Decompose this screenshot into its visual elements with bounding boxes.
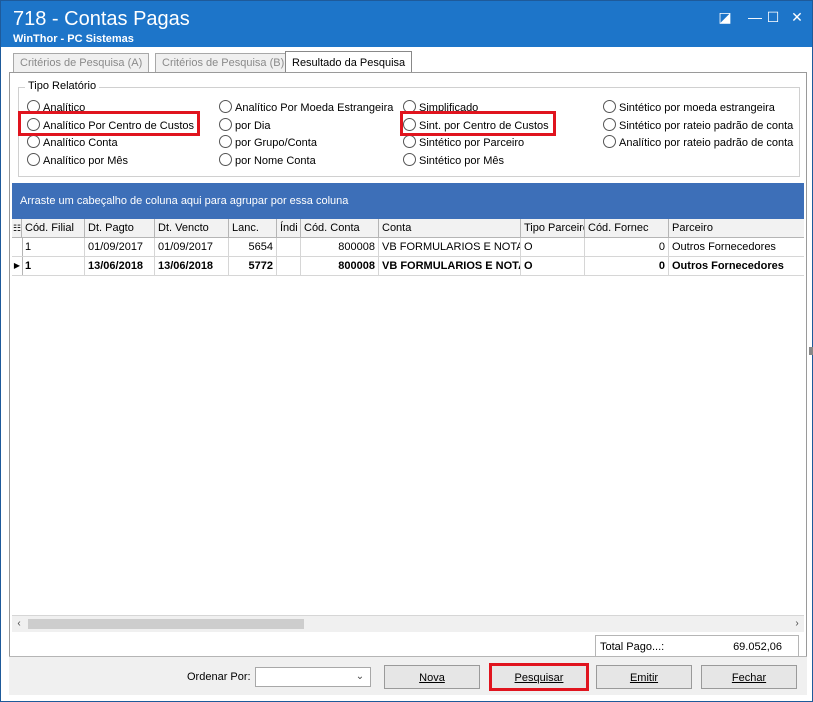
group-by-panel[interactable]: Arraste um cabeçalho de coluna aqui para… bbox=[12, 183, 804, 219]
total-pago-label: Total Pago...: bbox=[600, 641, 665, 653]
radio-por-nome-conta[interactable]: por Nome Conta bbox=[219, 153, 316, 167]
radio-circle-icon bbox=[219, 100, 232, 113]
tab-resultado[interactable]: Resultado da Pesquisa bbox=[285, 51, 413, 74]
radio-circle-icon bbox=[603, 135, 616, 148]
grid-header: ☷ Cód. Filial Dt. Pagto Dt. Vencto Lanc.… bbox=[12, 219, 804, 238]
radio-sintetico-rateio[interactable]: Sintético por rateio padrão de conta bbox=[603, 118, 793, 132]
total-pago-value: 69.052,06 bbox=[733, 641, 782, 653]
radio-sintetico-moeda[interactable]: Sintético por moeda estrangeira bbox=[603, 100, 775, 114]
col-header-tipo-parceiro[interactable]: Tipo Parceiro bbox=[521, 219, 585, 237]
radio-circle-icon bbox=[219, 118, 232, 131]
tab-criterios-b[interactable]: Critérios de Pesquisa (B) bbox=[155, 53, 292, 73]
radio-sintetico-mes[interactable]: Sintético por Mês bbox=[403, 153, 504, 167]
pesquisar-button[interactable]: Pesquisar bbox=[489, 663, 589, 691]
column-menu-icon[interactable]: ☷ bbox=[12, 219, 22, 237]
horizontal-scrollbar[interactable]: ‹ › bbox=[12, 615, 804, 632]
title-bar: 718 - Contas Pagas WinThor - PC Sistemas… bbox=[1, 1, 812, 47]
radio-circle-icon bbox=[27, 153, 40, 166]
radio-analitico-mes[interactable]: Analítico por Mês bbox=[27, 153, 128, 167]
tab-criterios-a[interactable]: Critérios de Pesquisa (A) bbox=[13, 53, 150, 73]
order-by-select[interactable]: ⌄ bbox=[255, 667, 371, 687]
app-window: 718 - Contas Pagas WinThor - PC Sistemas… bbox=[0, 0, 813, 702]
table-row[interactable]: 1 01/09/2017 01/09/2017 5654 800008 VB F… bbox=[12, 238, 804, 257]
window-subtitle: WinThor - PC Sistemas bbox=[13, 33, 134, 45]
fechar-button[interactable]: Fechar bbox=[701, 665, 797, 689]
radio-analitico-rateio[interactable]: Analítico por rateio padrão de conta bbox=[603, 135, 793, 149]
chevron-down-icon[interactable]: ⌄ bbox=[352, 668, 368, 686]
radio-circle-icon bbox=[603, 118, 616, 131]
maximize-icon[interactable]: ☐ bbox=[761, 7, 785, 27]
scrollbar-thumb[interactable] bbox=[28, 619, 304, 629]
radio-circle-icon bbox=[403, 135, 416, 148]
highlight-analitico-centro-custos bbox=[18, 111, 200, 136]
table-row-selected[interactable]: ▶ 1 13/06/2018 13/06/2018 5772 800008 VB… bbox=[12, 257, 804, 276]
scroll-left-icon[interactable]: ‹ bbox=[12, 616, 26, 632]
radio-circle-icon bbox=[219, 153, 232, 166]
window-title: 718 - Contas Pagas bbox=[13, 8, 190, 30]
radio-analitico-conta[interactable]: Analítico Conta bbox=[27, 135, 118, 149]
col-header-dt-pagto[interactable]: Dt. Pagto bbox=[85, 219, 155, 237]
col-header-lanc[interactable]: Lanc. bbox=[229, 219, 277, 237]
radio-por-grupo-conta[interactable]: por Grupo/Conta bbox=[219, 135, 317, 149]
col-header-cod-fornec[interactable]: Cód. Fornec bbox=[585, 219, 669, 237]
order-by-label: Ordenar Por: bbox=[187, 671, 251, 683]
results-grid: ☷ Cód. Filial Dt. Pagto Dt. Vencto Lanc.… bbox=[12, 219, 804, 619]
footer-bar: Ordenar Por: ⌄ Nova Pesquisar Emitir Fec… bbox=[9, 656, 807, 695]
close-icon[interactable]: ✕ bbox=[785, 7, 809, 27]
nova-button[interactable]: Nova bbox=[384, 665, 480, 689]
col-header-dt-vencto[interactable]: Dt. Vencto bbox=[155, 219, 229, 237]
radio-por-dia[interactable]: por Dia bbox=[219, 118, 270, 132]
col-header-cod-filial[interactable]: Cód. Filial bbox=[22, 219, 85, 237]
emitir-button[interactable]: Emitir bbox=[596, 665, 692, 689]
col-header-parceiro[interactable]: Parceiro bbox=[669, 219, 804, 237]
col-header-indi[interactable]: Índi bbox=[277, 219, 301, 237]
highlight-sint-centro-custos bbox=[400, 111, 556, 136]
restore-icon[interactable]: ◪ bbox=[713, 7, 737, 27]
radio-circle-icon bbox=[603, 100, 616, 113]
resize-grip[interactable] bbox=[809, 347, 813, 355]
scroll-right-icon[interactable]: › bbox=[790, 616, 804, 632]
report-type-label: Tipo Relatório bbox=[25, 80, 100, 92]
radio-circle-icon bbox=[27, 135, 40, 148]
col-header-conta[interactable]: Conta bbox=[379, 219, 521, 237]
radio-analitico-moeda[interactable]: Analítico Por Moeda Estrangeira bbox=[219, 100, 393, 114]
radio-circle-icon bbox=[219, 135, 232, 148]
tab-content: Tipo Relatório Analítico Analítico Por C… bbox=[9, 72, 807, 658]
radio-circle-icon bbox=[403, 153, 416, 166]
radio-sintetico-parceiro[interactable]: Sintético por Parceiro bbox=[403, 135, 524, 149]
col-header-cod-conta[interactable]: Cód. Conta bbox=[301, 219, 379, 237]
